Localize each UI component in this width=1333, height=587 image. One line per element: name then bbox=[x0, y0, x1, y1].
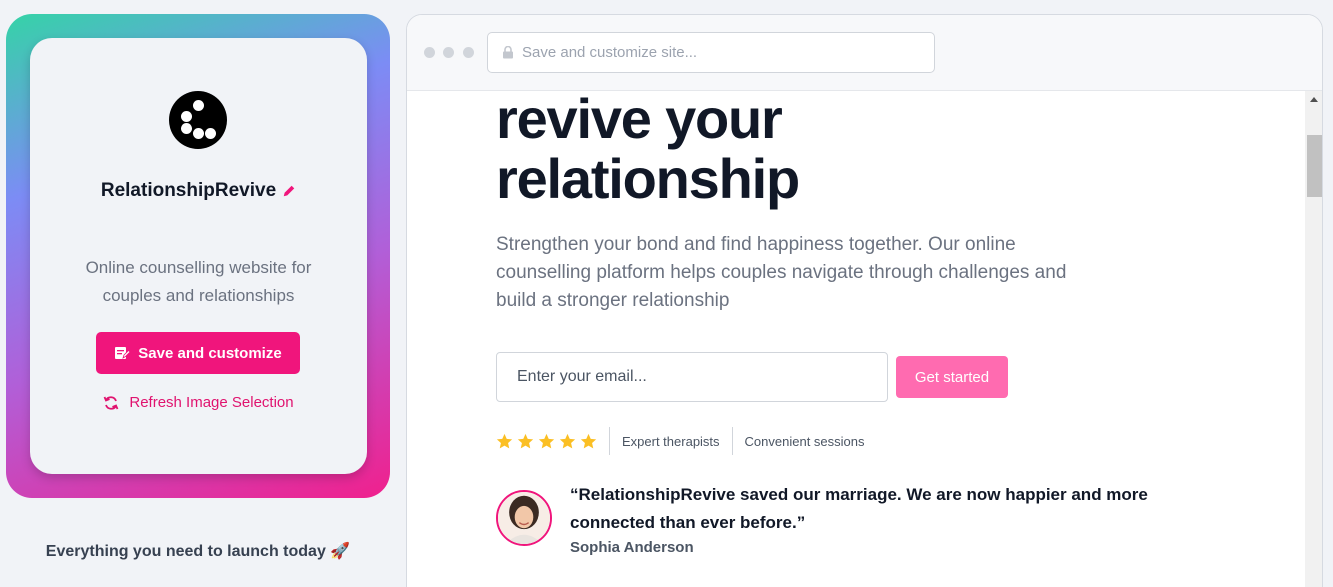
save-and-customize-button[interactable]: Save and customize bbox=[96, 332, 300, 374]
lock-icon bbox=[503, 46, 513, 59]
hero-title-line1: revive your bbox=[496, 91, 783, 150]
feature-convenient-sessions: Convenient sessions bbox=[731, 427, 877, 455]
browser-toolbar: Save and customize site... bbox=[407, 15, 1322, 91]
star-icon bbox=[580, 433, 597, 448]
brand-name: RelationshipRevive bbox=[100, 180, 277, 201]
rating-row: Expert therapists Convenient sessions bbox=[496, 426, 877, 456]
testimonial-quote: “RelationshipRevive saved our marriage. … bbox=[570, 485, 1148, 532]
testimonial-avatar bbox=[496, 490, 552, 546]
star-icon bbox=[559, 433, 576, 448]
window-dot bbox=[443, 47, 454, 58]
dots-logo-icon bbox=[169, 91, 227, 149]
star-rating bbox=[496, 433, 609, 450]
brand-description: Online counselling website for couples a… bbox=[85, 258, 312, 305]
brand-card: RelationshipRevive Online counselling we… bbox=[30, 38, 367, 474]
pencil-icon[interactable] bbox=[282, 184, 296, 198]
address-bar[interactable]: Save and customize site... bbox=[487, 32, 935, 73]
hero-title: revive your relationship bbox=[496, 91, 1196, 209]
window-dot bbox=[463, 47, 474, 58]
feature-expert-therapists: Expert therapists bbox=[609, 427, 732, 455]
star-icon bbox=[496, 433, 513, 448]
edit-note-icon bbox=[115, 347, 131, 359]
star-icon bbox=[538, 433, 555, 448]
address-bar-text: Save and customize site... bbox=[522, 44, 698, 61]
window-dot bbox=[424, 47, 435, 58]
hero-title-line2: relationship bbox=[496, 147, 800, 210]
brand-name-row: RelationshipRevive bbox=[30, 180, 367, 202]
scrollbar[interactable] bbox=[1305, 91, 1322, 587]
scroll-up-arrow-icon[interactable] bbox=[1310, 97, 1318, 102]
testimonial-author: Sophia Anderson bbox=[570, 539, 694, 556]
launch-tagline: Everything you need to launch today 🚀 bbox=[45, 543, 351, 560]
get-started-button[interactable]: Get started bbox=[896, 356, 1008, 398]
refresh-icon bbox=[104, 395, 119, 410]
scrollbar-thumb[interactable] bbox=[1307, 135, 1322, 197]
refresh-label: Refresh Image Selection bbox=[129, 394, 294, 411]
refresh-image-selection-link[interactable]: Refresh Image Selection bbox=[30, 394, 367, 411]
star-icon bbox=[517, 433, 534, 448]
email-input[interactable] bbox=[496, 352, 888, 402]
save-button-label: Save and customize bbox=[138, 344, 282, 362]
site-preview-window: Save and customize site... revive your r… bbox=[406, 14, 1323, 587]
hero-subtitle: Strengthen your bond and find happiness … bbox=[496, 234, 1067, 311]
site-preview-content: revive your relationship Strengthen your… bbox=[407, 91, 1305, 587]
